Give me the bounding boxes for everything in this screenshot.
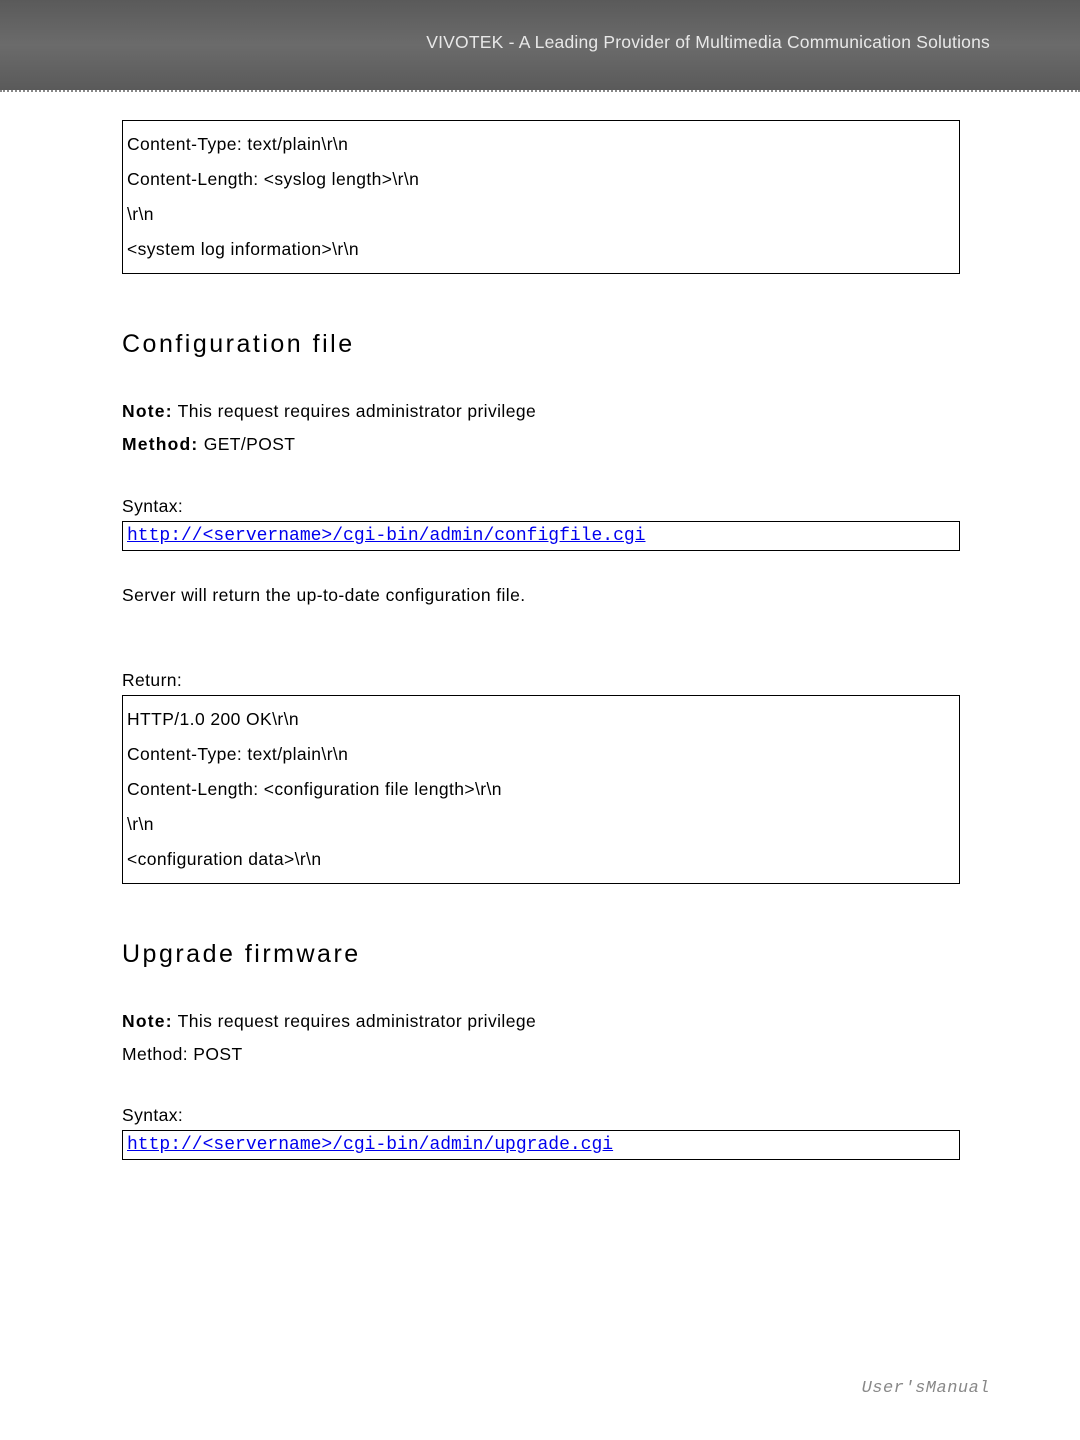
box2-line4: \r\n <box>127 807 955 842</box>
box1-line4: <system log information>\r\n <box>127 232 955 267</box>
box2-line3: Content-Length: <configuration file leng… <box>127 772 955 807</box>
desc-config: Server will return the up-to-date config… <box>122 585 960 606</box>
note-config: Note: This request requires administrato… <box>122 395 960 428</box>
header-bar: VIVOTEK - A Leading Provider of Multimed… <box>0 0 1080 90</box>
header-title: VIVOTEK - A Leading Provider of Multimed… <box>426 32 990 53</box>
method-config: Method: GET/POST <box>122 428 960 461</box>
method-label: Method: <box>122 434 198 454</box>
note-label: Note: <box>122 401 173 421</box>
box2-line1: HTTP/1.0 200 OK\r\n <box>127 702 955 737</box>
config-url-link[interactable]: http://<servername>/cgi-bin/admin/config… <box>127 526 645 546</box>
method-upgrade: Method: POST <box>122 1038 960 1071</box>
note-text: This request requires administrator priv… <box>173 401 536 421</box>
section-heading-upgrade: Upgrade firmware <box>122 940 960 969</box>
box1-line2: Content-Length: <syslog length>\r\n <box>127 162 955 197</box>
syntax-box-config: http://<servername>/cgi-bin/admin/config… <box>122 521 960 551</box>
return-label-config: Return: <box>122 670 960 691</box>
response-box-config: HTTP/1.0 200 OK\r\n Content-Type: text/p… <box>122 695 960 884</box>
upgrade-url-link[interactable]: http://<servername>/cgi-bin/admin/upgrad… <box>127 1135 613 1155</box>
method-text: GET/POST <box>198 434 295 454</box>
box1-line3: \r\n <box>127 197 955 232</box>
box2-line5: <configuration data>\r\n <box>127 842 955 877</box>
section-heading-config: Configuration file <box>122 330 960 359</box>
box1-line1: Content-Type: text/plain\r\n <box>127 127 955 162</box>
syntax-box-upgrade: http://<servername>/cgi-bin/admin/upgrad… <box>122 1130 960 1160</box>
note-label-upgrade: Note: <box>122 1011 173 1031</box>
page-content: Content-Type: text/plain\r\n Content-Len… <box>0 92 1080 1160</box>
footer-text: User'sManual <box>862 1379 990 1398</box>
note-upgrade: Note: This request requires administrato… <box>122 1005 960 1038</box>
syntax-label-config: Syntax: <box>122 496 960 517</box>
response-box-syslog: Content-Type: text/plain\r\n Content-Len… <box>122 120 960 274</box>
syntax-label-upgrade: Syntax: <box>122 1105 960 1126</box>
box2-line2: Content-Type: text/plain\r\n <box>127 737 955 772</box>
note-text-upgrade: This request requires administrator priv… <box>173 1011 536 1031</box>
